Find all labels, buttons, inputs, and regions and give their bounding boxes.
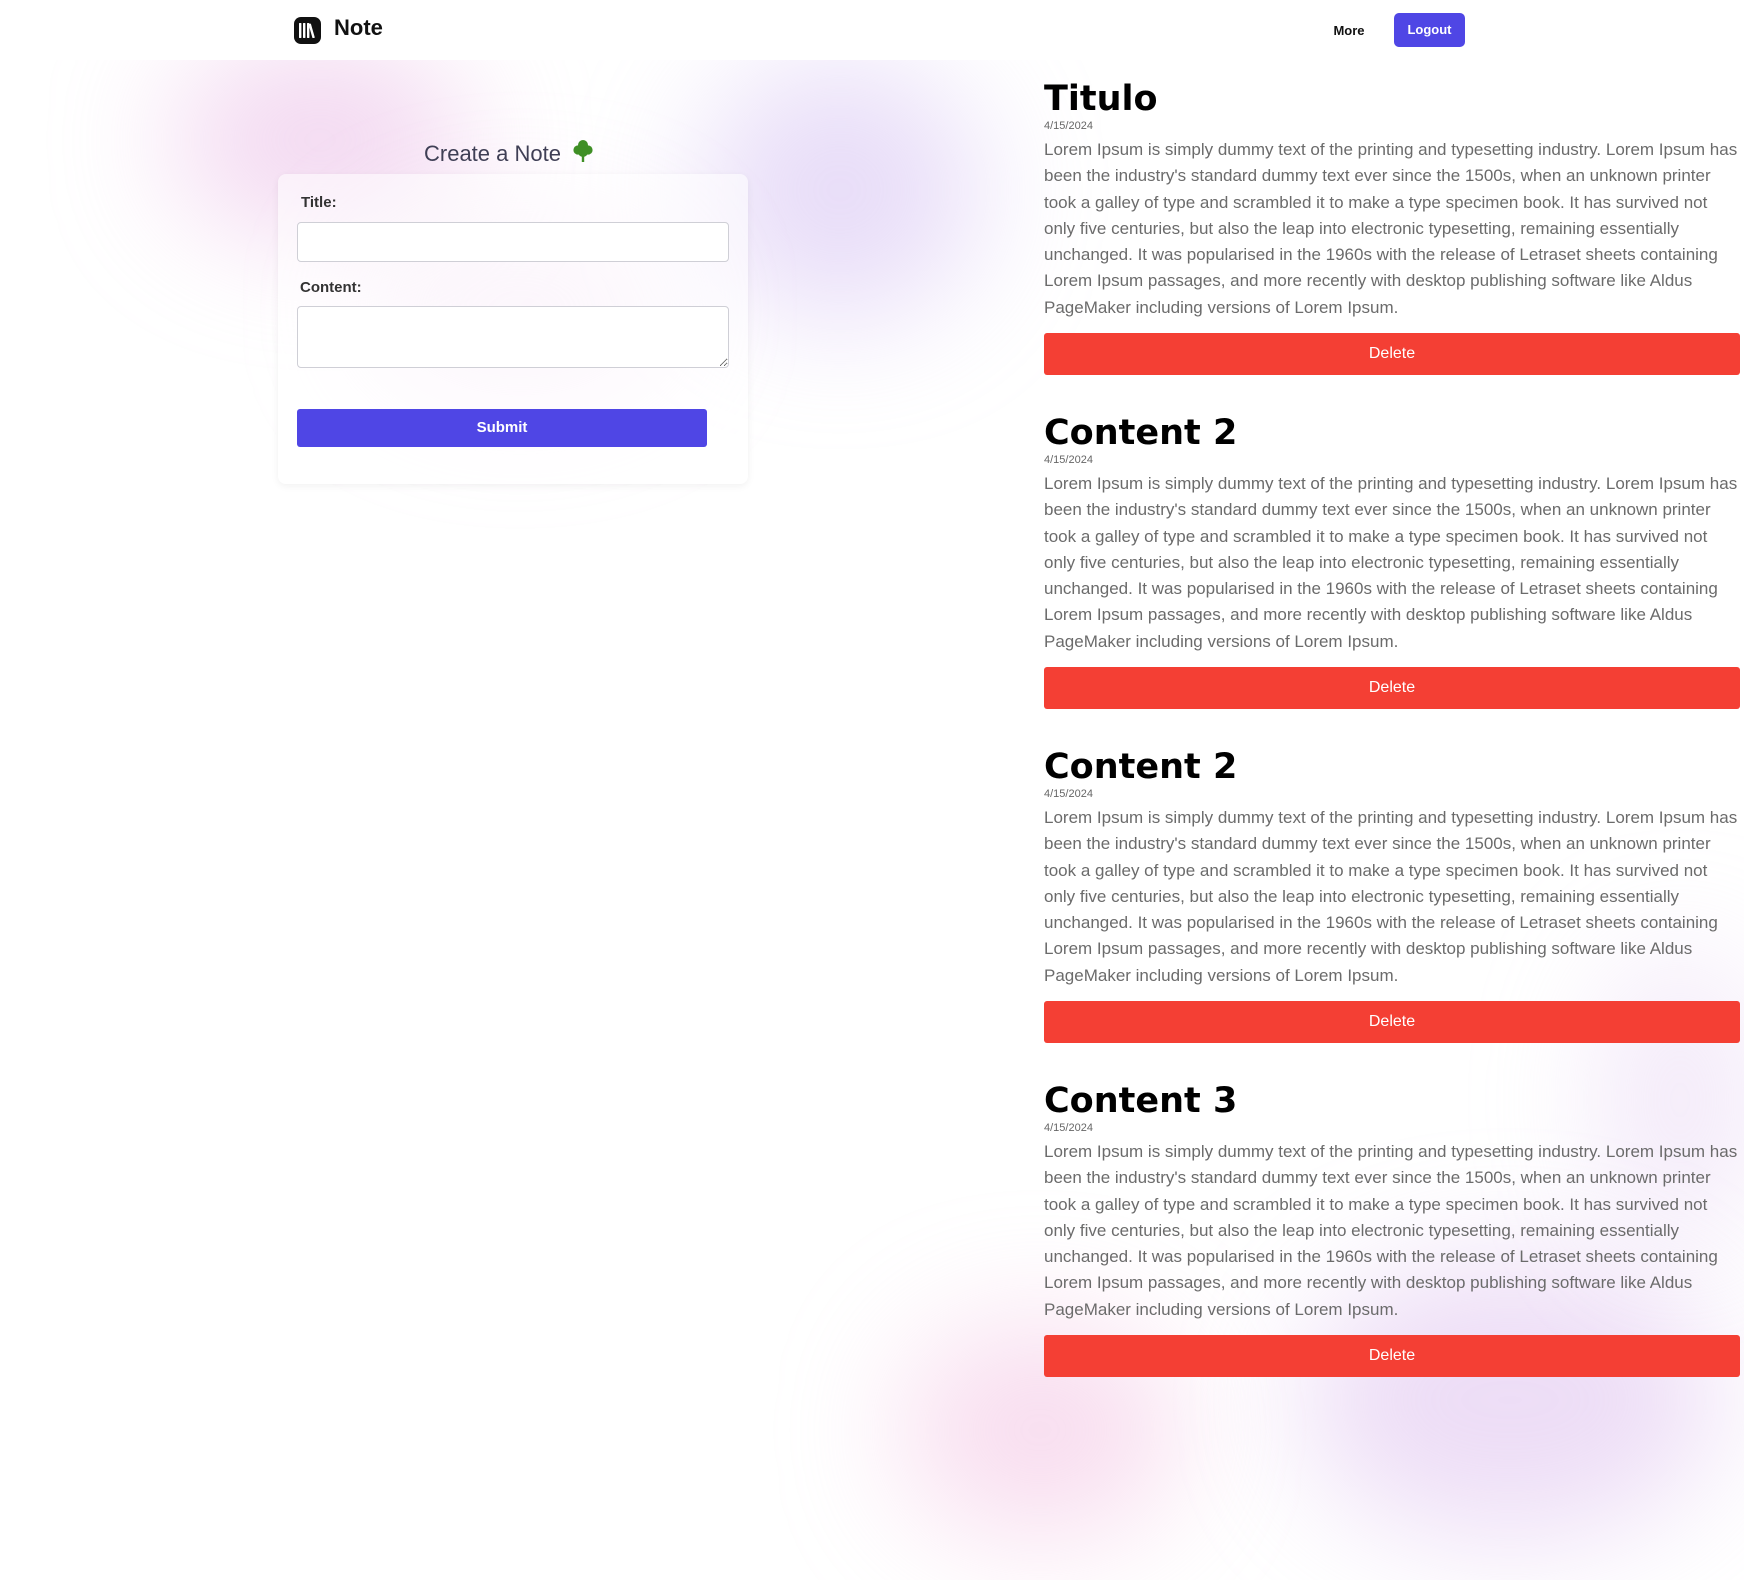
more-link[interactable]: More xyxy=(1328,20,1370,42)
note-date: 4/15/2024 xyxy=(1044,120,1093,132)
note-card: Content 2 4/15/2024 Lorem Ipsum is simpl… xyxy=(1044,412,1740,746)
note-date: 4/15/2024 xyxy=(1044,454,1093,466)
top-navbar: Note More Logout xyxy=(0,0,1744,60)
note-content: Lorem Ipsum is simply dummy text of the … xyxy=(1044,808,1738,985)
delete-button[interactable]: Delete xyxy=(1044,1335,1740,1377)
note-title: Content 2 xyxy=(1044,413,1238,453)
note-card: Content 3 4/15/2024 Lorem Ipsum is simpl… xyxy=(1044,1080,1740,1414)
form-heading-text: Create a Note xyxy=(424,141,561,166)
delete-button[interactable]: Delete xyxy=(1044,667,1740,709)
content-textarea[interactable] xyxy=(297,306,729,368)
create-note-form: Title: Content: Submit xyxy=(278,174,748,484)
delete-button[interactable]: Delete xyxy=(1044,1001,1740,1043)
note-date: 4/15/2024 xyxy=(1044,1122,1093,1134)
tree-icon xyxy=(573,139,593,169)
note-content: Lorem Ipsum is simply dummy text of the … xyxy=(1044,1142,1738,1319)
note-title: Content 2 xyxy=(1044,747,1238,787)
note-title: Content 3 xyxy=(1044,1081,1238,1121)
note-card: Content 2 4/15/2024 Lorem Ipsum is simpl… xyxy=(1044,746,1740,1080)
form-heading: Create a Note xyxy=(424,140,593,168)
note-card: Titulo 4/15/2024 Lorem Ipsum is simply d… xyxy=(1044,78,1740,412)
title-input[interactable] xyxy=(297,222,729,262)
note-content: Lorem Ipsum is simply dummy text of the … xyxy=(1044,140,1738,317)
submit-button[interactable]: Submit xyxy=(297,409,707,447)
delete-button[interactable]: Delete xyxy=(1044,333,1740,375)
note-title: Titulo xyxy=(1044,79,1158,119)
books-icon[interactable] xyxy=(294,17,321,44)
title-label: Title: xyxy=(301,194,337,211)
logout-button[interactable]: Logout xyxy=(1394,13,1465,47)
brand-name[interactable]: Note xyxy=(334,15,383,41)
notes-list: Titulo 4/15/2024 Lorem Ipsum is simply d… xyxy=(1044,78,1740,1414)
content-label: Content: xyxy=(300,279,362,296)
note-content: Lorem Ipsum is simply dummy text of the … xyxy=(1044,474,1738,651)
note-date: 4/15/2024 xyxy=(1044,788,1093,800)
